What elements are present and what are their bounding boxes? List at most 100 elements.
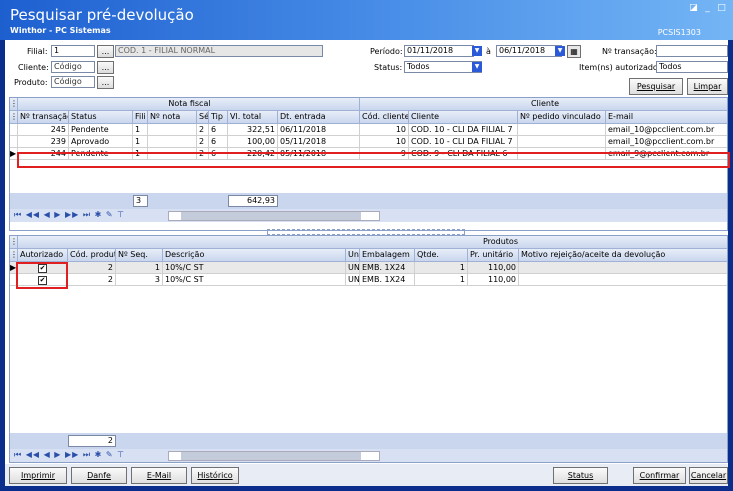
filial-input[interactable]: 1: [51, 45, 95, 57]
table-cell[interactable]: 1: [133, 136, 148, 147]
table-row[interactable]: 239 Aprovado 1 2 6 100,00 05/11/2018 10 COD. 10 …: [10, 136, 727, 148]
produto-lookup-button[interactable]: ...: [97, 76, 114, 89]
table-cell[interactable]: [148, 136, 197, 147]
table-cell[interactable]: 05/11/2018: [278, 136, 360, 147]
table-cell[interactable]: 10%/C ST: [163, 262, 346, 273]
historico-button[interactable]: Histórico: [191, 467, 239, 484]
col-descricao[interactable]: Descrição: [163, 249, 346, 262]
table-cell[interactable]: 10%/C ST: [163, 274, 346, 285]
notas-scroll-thumb[interactable]: [181, 212, 361, 220]
table-cell[interactable]: email_10@pcclient.com.br: [606, 124, 727, 135]
table-cell[interactable]: 100,00: [228, 136, 278, 147]
table-cell[interactable]: 2: [197, 124, 209, 135]
periodo-end-input[interactable]: 06/11/2018: [496, 45, 562, 57]
calendar-icon[interactable]: ▦: [567, 45, 581, 58]
table-cell[interactable]: 6: [209, 124, 228, 135]
column2-options-icon[interactable]: ⋮: [10, 249, 18, 262]
col-pedido[interactable]: Nº pedido vinculado: [518, 111, 606, 124]
table-cell[interactable]: [518, 124, 606, 135]
table-cell[interactable]: 245: [18, 124, 69, 135]
table-cell[interactable]: Aprovado: [69, 136, 133, 147]
limpar-button[interactable]: Limpar: [687, 78, 728, 95]
table-cell[interactable]: 1: [415, 262, 468, 273]
table-cell[interactable]: 239: [18, 136, 69, 147]
maximize-icon[interactable]: □: [716, 3, 727, 14]
table-cell[interactable]: 2: [197, 136, 209, 147]
table-cell[interactable]: 3: [116, 274, 163, 285]
status-button[interactable]: Status: [553, 467, 608, 484]
table-cell[interactable]: [519, 274, 727, 285]
col-motivo[interactable]: Motivo rejeição/aceite da devolução: [519, 249, 727, 262]
row-selector[interactable]: [10, 124, 18, 135]
table-cell[interactable]: 1: [415, 274, 468, 285]
table-cell[interactable]: 2: [68, 274, 116, 285]
status-select[interactable]: Todos: [404, 61, 482, 73]
produto-input[interactable]: Código: [51, 76, 95, 88]
table-cell[interactable]: 1: [116, 262, 163, 273]
table-cell[interactable]: 322,51: [228, 124, 278, 135]
email-button[interactable]: E-Mail: [131, 467, 187, 484]
col-filial[interactable]: Fili: [133, 111, 148, 124]
table-cell[interactable]: COD. 10 - CLI DA FILIAL 7: [409, 124, 518, 135]
table-cell[interactable]: [519, 262, 727, 273]
notas-hscrollbar[interactable]: [168, 211, 380, 221]
col-status[interactable]: Status: [69, 111, 133, 124]
confirmar-button[interactable]: Confirmar: [633, 467, 686, 484]
col-cod-produto[interactable]: Cód. produt: [68, 249, 116, 262]
table-cell[interactable]: EMB. 1X24: [360, 262, 415, 273]
restore-icon[interactable]: ◪: [688, 3, 699, 14]
col-cod-cliente[interactable]: Cód. cliente: [360, 111, 409, 124]
col-embalagem[interactable]: Embalagem: [360, 249, 415, 262]
notas-nav-buttons[interactable]: ⏮ ◀◀ ◀ ▶ ▶▶ ⏭ ✱ ✎ ⊤: [14, 210, 125, 220]
col-seq[interactable]: Nº Seq.: [116, 249, 163, 262]
grid2-options-icon[interactable]: ⋮: [10, 236, 18, 249]
danfe-button[interactable]: Danfe: [71, 467, 127, 484]
cliente-input[interactable]: Código: [51, 61, 95, 73]
table-cell[interactable]: 10: [360, 136, 409, 147]
table-cell[interactable]: [518, 136, 606, 147]
cliente-lookup-button[interactable]: ...: [97, 61, 114, 74]
imprimir-button[interactable]: Imprimir: [9, 467, 67, 484]
produtos-nav-buttons[interactable]: ⏮ ◀◀ ◀ ▶ ▶▶ ⏭ ✱ ✎ ⊤: [14, 450, 125, 460]
col-serie[interactable]: Sér: [197, 111, 209, 124]
table-cell[interactable]: 6: [209, 136, 228, 147]
produtos-grid[interactable]: ⋮ Produtos ⋮ Autorizado Cód. produt Nº S…: [9, 235, 728, 463]
table-cell[interactable]: email_10@pcclient.com.br: [606, 136, 727, 147]
pesquisar-button[interactable]: Pesquisar: [629, 78, 683, 95]
table-row[interactable]: ✔ 2 3 10%/C ST UN EMB. 1X24 1 110,00: [10, 274, 727, 286]
col-vl-total[interactable]: Vl. total: [228, 111, 278, 124]
row-selector[interactable]: [10, 136, 18, 147]
table-cell[interactable]: 06/11/2018: [278, 124, 360, 135]
transacao-input[interactable]: [656, 45, 728, 57]
col-transacao[interactable]: Nº transação: [18, 111, 69, 124]
col-pr-unitario[interactable]: Pr. unitário: [468, 249, 519, 262]
minimize-icon[interactable]: _: [702, 3, 713, 14]
table-cell[interactable]: 10: [360, 124, 409, 135]
itens-autorizados-select[interactable]: Todos: [656, 61, 728, 73]
col-nota[interactable]: Nº nota: [148, 111, 197, 124]
table-cell[interactable]: [148, 124, 197, 135]
col-tipo[interactable]: Tip: [209, 111, 228, 124]
status-dropdown-icon[interactable]: ▼: [472, 62, 482, 72]
col-unidade[interactable]: Uni: [346, 249, 360, 262]
produtos-hscrollbar[interactable]: [168, 451, 380, 461]
table-row[interactable]: 245 Pendente 1 2 6 322,51 06/11/2018 10 COD. 10 …: [10, 124, 727, 136]
col-qtde[interactable]: Qtde.: [415, 249, 468, 262]
produtos-scroll-thumb[interactable]: [181, 452, 361, 460]
grid-options-icon[interactable]: ⋮: [10, 98, 18, 111]
table-cell[interactable]: Pendente: [69, 124, 133, 135]
periodo-start-input[interactable]: 01/11/2018: [404, 45, 474, 57]
table-cell[interactable]: 110,00: [468, 274, 519, 285]
table-cell[interactable]: UN: [346, 262, 360, 273]
table-cell[interactable]: COD. 10 - CLI DA FILIAL 7: [409, 136, 518, 147]
col-dt-entrada[interactable]: Dt. entrada: [278, 111, 360, 124]
filial-lookup-button[interactable]: ...: [97, 45, 114, 58]
col-autorizado[interactable]: Autorizado: [18, 249, 68, 262]
periodo-start-dropdown-icon[interactable]: ▼: [472, 46, 482, 56]
table-cell[interactable]: 110,00: [468, 262, 519, 273]
periodo-end-dropdown-icon[interactable]: ▼: [555, 46, 565, 56]
column-options-icon[interactable]: ⋮: [10, 111, 18, 124]
table-row[interactable]: ▶ ✔ 2 1 10%/C ST UN EMB. 1X24 1 110,00: [10, 262, 727, 274]
col-cliente[interactable]: Cliente: [409, 111, 518, 124]
cancelar-button[interactable]: Cancelar: [689, 467, 728, 484]
